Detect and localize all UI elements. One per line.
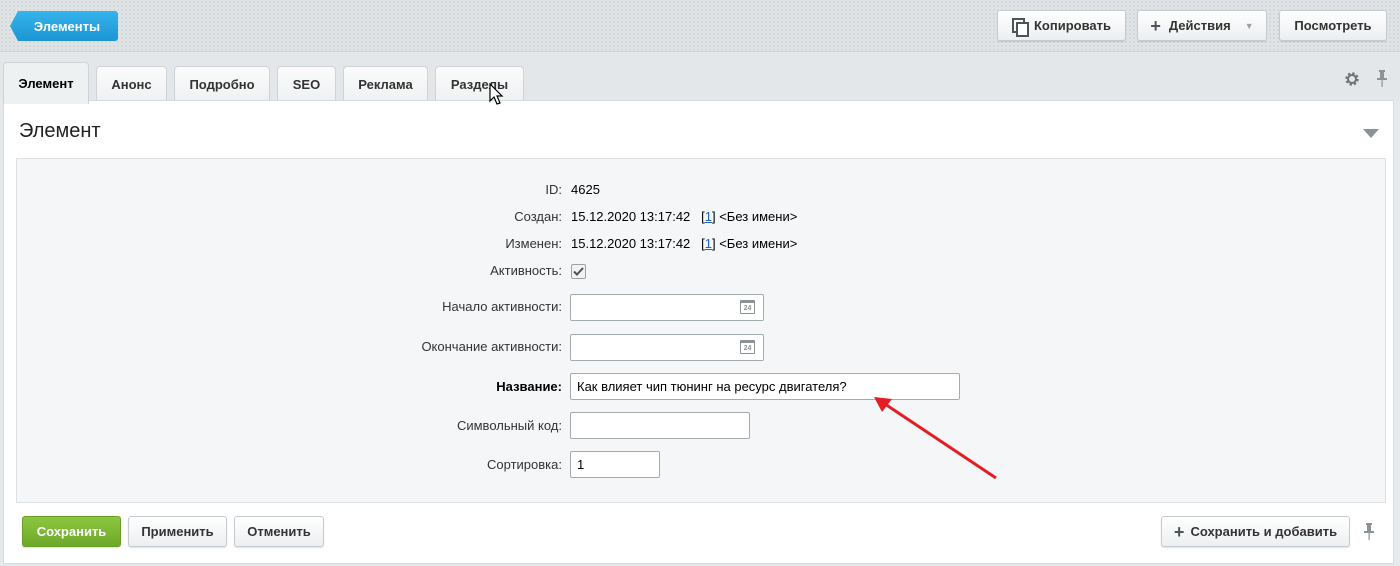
id-value: 4625 — [571, 182, 600, 197]
element-panel: Элемент ID: 4625 Создан: 15.12.2020 13:1… — [3, 100, 1394, 564]
active-from-row: Начало активности: 24 — [17, 294, 1385, 323]
tab-advertising[interactable]: Реклама — [343, 66, 428, 102]
name-input[interactable]: Как влияет чип тюнинг на ресурс двигател… — [570, 373, 960, 400]
tab-element[interactable]: Элемент — [3, 62, 89, 104]
created-user-name: <Без имени> — [719, 209, 798, 224]
tab-details[interactable]: Подробно — [174, 66, 270, 102]
active-label: Активность: — [490, 263, 562, 278]
modified-value: 15.12.2020 13:17:42 [1] <Без имени> — [571, 236, 798, 251]
copy-icon — [1011, 17, 1029, 37]
cancel-button-label: Отменить — [247, 524, 311, 539]
modified-date: 15.12.2020 13:17:42 — [571, 236, 691, 251]
created-label: Создан: — [514, 209, 562, 224]
collapse-icon[interactable] — [1363, 129, 1379, 138]
chevron-down-icon: ▼ — [1244, 20, 1254, 31]
sort-label: Сортировка: — [487, 457, 562, 472]
pin-icon[interactable] — [1363, 523, 1375, 540]
code-input[interactable] — [570, 412, 750, 439]
created-value: 15.12.2020 13:17:42 [1] <Без имени> — [571, 209, 798, 224]
active-from-input[interactable]: 24 — [570, 294, 764, 321]
apply-button-label: Применить — [141, 524, 214, 539]
code-label: Символьный код: — [456, 418, 562, 433]
sort-input[interactable]: 1 — [570, 451, 660, 478]
sort-row: Сортировка: 1 — [17, 451, 1385, 481]
modified-user-link[interactable]: 1 — [705, 236, 712, 251]
tab-tools — [1344, 70, 1388, 87]
sort-value: 1 — [577, 457, 585, 472]
created-date: 15.12.2020 13:17:42 — [571, 209, 691, 224]
id-row: ID: 4625 — [17, 182, 1385, 208]
copy-button-label: Копировать — [1033, 18, 1111, 33]
name-value: Как влияет чип тюнинг на ресурс двигател… — [577, 379, 847, 394]
code-row: Символьный код: — [17, 412, 1385, 442]
mouse-cursor-icon — [489, 83, 504, 105]
modified-user-name: <Без имени> — [719, 236, 798, 251]
pin-icon[interactable] — [1376, 70, 1388, 87]
plus-icon: + — [1150, 15, 1161, 36]
cancel-button[interactable]: Отменить — [234, 516, 324, 547]
name-row: Название: Как влияет чип тюнинг на ресур… — [17, 373, 1385, 403]
tabs-bar: Элемент Анонс Подробно SEO Реклама Разде… — [0, 52, 1400, 104]
active-from-label: Начало активности: — [442, 299, 562, 314]
created-row: Создан: 15.12.2020 13:17:42 [1] <Без име… — [17, 209, 1385, 235]
name-label: Название: — [496, 379, 562, 394]
save-and-add-button[interactable]: + Сохранить и добавить — [1161, 516, 1350, 547]
save-button-label: Сохранить — [36, 524, 107, 539]
calendar-icon[interactable]: 24 — [740, 300, 755, 314]
save-button[interactable]: Сохранить — [22, 516, 121, 547]
panel-title: Элемент — [19, 120, 101, 142]
view-button-label: Посмотреть — [1294, 18, 1372, 33]
apply-button[interactable]: Применить — [128, 516, 227, 547]
copy-button[interactable]: Копировать — [997, 10, 1126, 41]
modified-row: Изменен: 15.12.2020 13:17:42 [1] <Без им… — [17, 236, 1385, 262]
id-label: ID: — [545, 182, 562, 197]
active-to-label: Окончание активности: — [421, 339, 562, 354]
tab-seo[interactable]: SEO — [277, 66, 336, 102]
active-row: Активность: — [17, 263, 1385, 289]
actions-button[interactable]: + Действия ▼ — [1137, 10, 1267, 41]
calendar-icon[interactable]: 24 — [740, 340, 755, 354]
elements-back-button[interactable]: Элементы — [10, 11, 118, 41]
active-to-input[interactable]: 24 — [570, 334, 764, 361]
tab-announce[interactable]: Анонс — [96, 66, 167, 102]
view-button[interactable]: Посмотреть — [1279, 10, 1387, 41]
gear-icon[interactable] — [1344, 71, 1360, 87]
plus-icon: + — [1173, 521, 1185, 542]
active-to-row: Окончание активности: 24 — [17, 334, 1385, 363]
element-form: ID: 4625 Создан: 15.12.2020 13:17:42 [1]… — [16, 158, 1386, 503]
modified-label: Изменен: — [505, 236, 562, 251]
tab-sections[interactable]: Разделы — [435, 66, 524, 102]
active-checkbox[interactable] — [571, 264, 586, 279]
actions-button-label: Действия — [1168, 18, 1231, 33]
created-user-link[interactable]: 1 — [705, 209, 712, 224]
checkmark-icon — [573, 267, 584, 276]
save-and-add-label: Сохранить и добавить — [1190, 524, 1338, 539]
top-toolbar: Элементы Копировать + Действия ▼ Посмотр… — [0, 0, 1400, 52]
